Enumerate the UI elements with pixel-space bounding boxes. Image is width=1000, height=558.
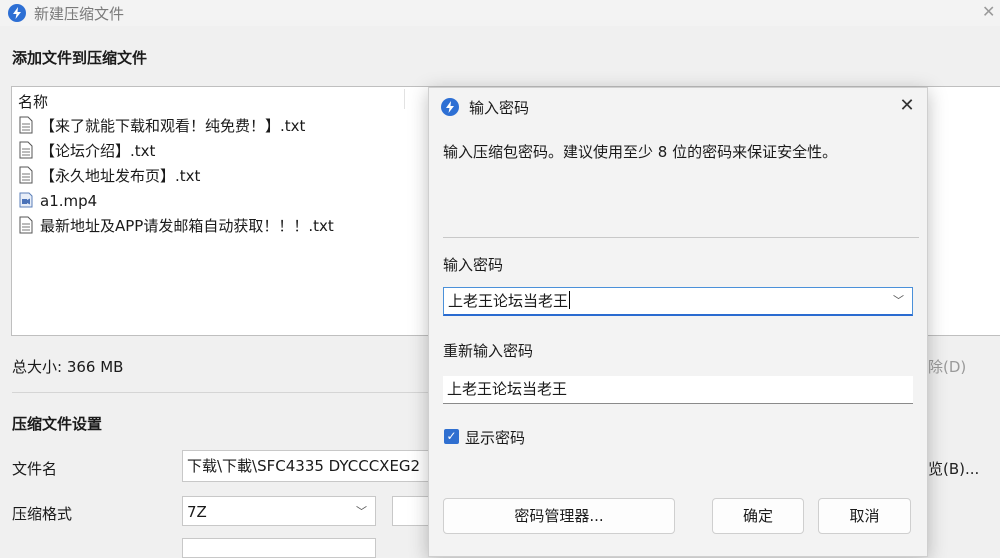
show-password-checkbox[interactable]: ✓ <box>444 429 459 444</box>
filename-label: 文件名 <box>12 460 58 478</box>
browse-button[interactable]: 览(B)... <box>928 458 979 479</box>
password-manager-button[interactable]: 密码管理器... <box>443 498 675 534</box>
file-row[interactable]: 【永久地址发布页】.txt <box>18 164 200 188</box>
format-select[interactable]: 7Z ﹀ <box>182 496 376 526</box>
column-header-name[interactable]: 名称 <box>18 91 48 112</box>
file-row[interactable]: 【论坛介绍】.txt <box>18 139 155 163</box>
title-bar: 新建压缩文件 ✕ <box>0 0 1000 26</box>
filename-value: 下载\下載\SFC4335 DYCCCXEG2 <box>187 457 421 475</box>
confirm-password-label: 重新输入密码 <box>443 342 534 360</box>
file-name: 【来了就能下载和观看！纯免费！】.txt <box>40 117 306 135</box>
password-label: 输入密码 <box>443 256 504 274</box>
divider <box>12 392 442 393</box>
ok-button[interactable]: 确定 <box>712 498 804 534</box>
file-name: 最新地址及APP请发邮箱自动获取！！！.txt <box>40 217 334 235</box>
total-size: 总大小: 366 MB <box>12 358 124 376</box>
column-divider[interactable] <box>404 89 405 109</box>
cancel-button[interactable]: 取消 <box>818 498 911 534</box>
delete-button[interactable]: 除(D) <box>928 356 966 377</box>
chevron-down-icon: ﹀ <box>356 505 367 518</box>
file-name: a1.mp4 <box>40 192 98 210</box>
file-name: 【永久地址发布页】.txt <box>40 167 201 185</box>
show-password-label[interactable]: 显示密码 <box>465 427 525 448</box>
window-title: 新建压缩文件 <box>34 5 125 23</box>
format-value: 7Z <box>187 503 207 521</box>
filename-input[interactable]: 下载\下載\SFC4335 DYCCCXEG2 <box>182 450 442 482</box>
window-close-icon[interactable]: ✕ <box>982 2 995 21</box>
password-value: 上老王论坛当老王 <box>448 292 569 310</box>
text-file-icon <box>19 141 33 159</box>
file-row[interactable]: a1.mp4 <box>18 189 97 213</box>
app-logo-icon <box>8 4 26 22</box>
app-logo-icon <box>441 98 459 116</box>
format-option-box[interactable] <box>392 496 432 526</box>
level-select[interactable] <box>182 538 376 558</box>
archive-settings-heading: 压缩文件设置 <box>12 415 103 433</box>
password-input[interactable]: 上老王论坛当老王 ﹀ <box>443 287 913 316</box>
files-section-heading: 添加文件到压缩文件 <box>12 49 148 67</box>
file-row[interactable]: 【来了就能下载和观看！纯免费！】.txt <box>18 114 305 138</box>
dialog-title: 输入密码 <box>469 99 530 117</box>
dialog-divider <box>443 237 919 238</box>
format-label: 压缩格式 <box>12 505 73 523</box>
confirm-password-input[interactable]: 上老王论坛当老王 <box>443 376 913 404</box>
checkmark-icon: ✓ <box>446 429 457 443</box>
file-name: 【论坛介绍】.txt <box>40 142 156 160</box>
text-file-icon <box>19 166 33 184</box>
close-icon[interactable]: ✕ <box>895 94 919 118</box>
file-row[interactable]: 最新地址及APP请发邮箱自动获取！！！.txt <box>18 214 334 238</box>
text-file-icon <box>19 116 33 134</box>
password-dialog: 输入密码 ✕ 输入压缩包密码。建议使用至少 8 位的密码来保证安全性。 输入密码… <box>428 87 928 557</box>
confirm-password-value: 上老王论坛当老王 <box>447 380 568 398</box>
password-hint: 输入压缩包密码。建议使用至少 8 位的密码来保证安全性。 <box>443 143 838 161</box>
text-file-icon <box>19 216 33 234</box>
chevron-down-icon[interactable]: ﹀ <box>893 288 904 314</box>
text-caret <box>569 291 571 309</box>
video-file-icon <box>19 192 33 208</box>
